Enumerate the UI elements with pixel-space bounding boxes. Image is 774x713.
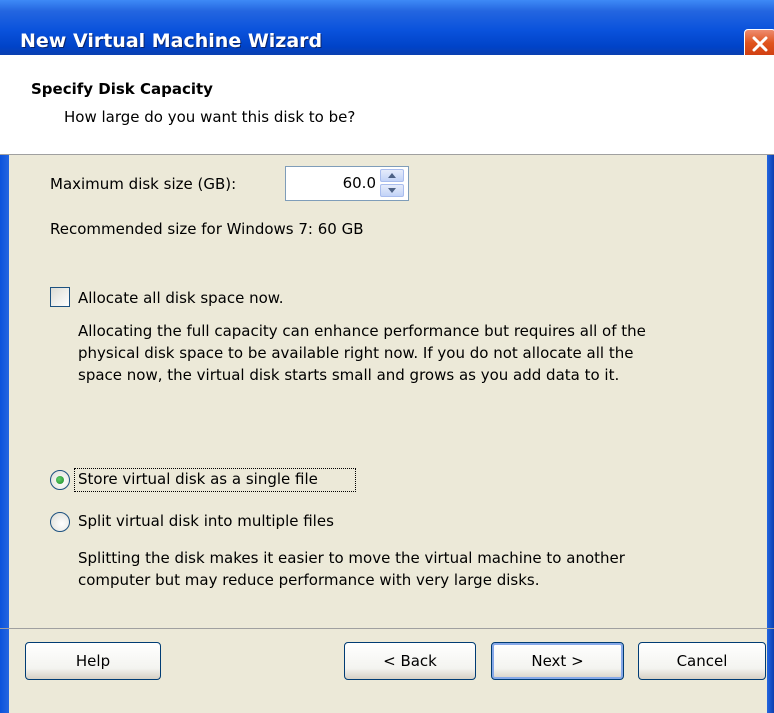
disk-size-spinner[interactable]: 60.0: [285, 166, 409, 201]
spinner-buttons: [380, 169, 406, 198]
allocate-description-line: Allocating the full capacity can enhance…: [78, 322, 646, 340]
radio-selected-dot: [56, 476, 64, 484]
allocate-checkbox[interactable]: [50, 287, 70, 307]
split-description: Splitting the disk makes it easier to mo…: [78, 547, 625, 591]
arrow-down-icon: [388, 188, 396, 193]
disk-size-value[interactable]: 60.0: [286, 174, 376, 192]
multiple-files-label[interactable]: Split virtual disk into multiple files: [78, 512, 334, 530]
back-button[interactable]: < Back: [344, 642, 476, 680]
title-bar[interactable]: New Virtual Machine Wizard: [0, 0, 774, 60]
radio-single-file[interactable]: [50, 470, 70, 490]
allocate-label[interactable]: Allocate all disk space now.: [78, 289, 283, 307]
page-title: Specify Disk Capacity: [31, 80, 213, 98]
help-button[interactable]: Help: [25, 642, 161, 680]
page-subtitle: How large do you want this disk to be?: [64, 108, 356, 126]
recommended-size-text: Recommended size for Windows 7: 60 GB: [50, 220, 364, 238]
window-title: New Virtual Machine Wizard: [20, 30, 323, 52]
allocate-description: Allocating the full capacity can enhance…: [78, 320, 646, 386]
allocate-description-line: space now, the virtual disk starts small…: [78, 366, 620, 384]
radio-multiple-files[interactable]: [50, 512, 70, 532]
cancel-button[interactable]: Cancel: [638, 642, 766, 680]
single-file-label[interactable]: Store virtual disk as a single file: [78, 470, 318, 488]
disk-size-label: Maximum disk size (GB):: [50, 175, 237, 193]
split-description-line: Splitting the disk makes it easier to mo…: [78, 549, 625, 567]
wizard-header: [0, 55, 774, 155]
close-icon: [752, 36, 768, 52]
spinner-down-button[interactable]: [380, 184, 404, 197]
arrow-up-icon: [388, 173, 396, 178]
spinner-up-button[interactable]: [380, 169, 404, 182]
split-description-line: computer but may reduce performance with…: [78, 571, 540, 589]
wizard-window: New Virtual Machine Wizard Specify Disk …: [0, 0, 774, 713]
next-button[interactable]: Next >: [491, 642, 624, 680]
footer-divider: [0, 628, 774, 629]
allocate-description-line: physical disk space to be available righ…: [78, 344, 634, 362]
